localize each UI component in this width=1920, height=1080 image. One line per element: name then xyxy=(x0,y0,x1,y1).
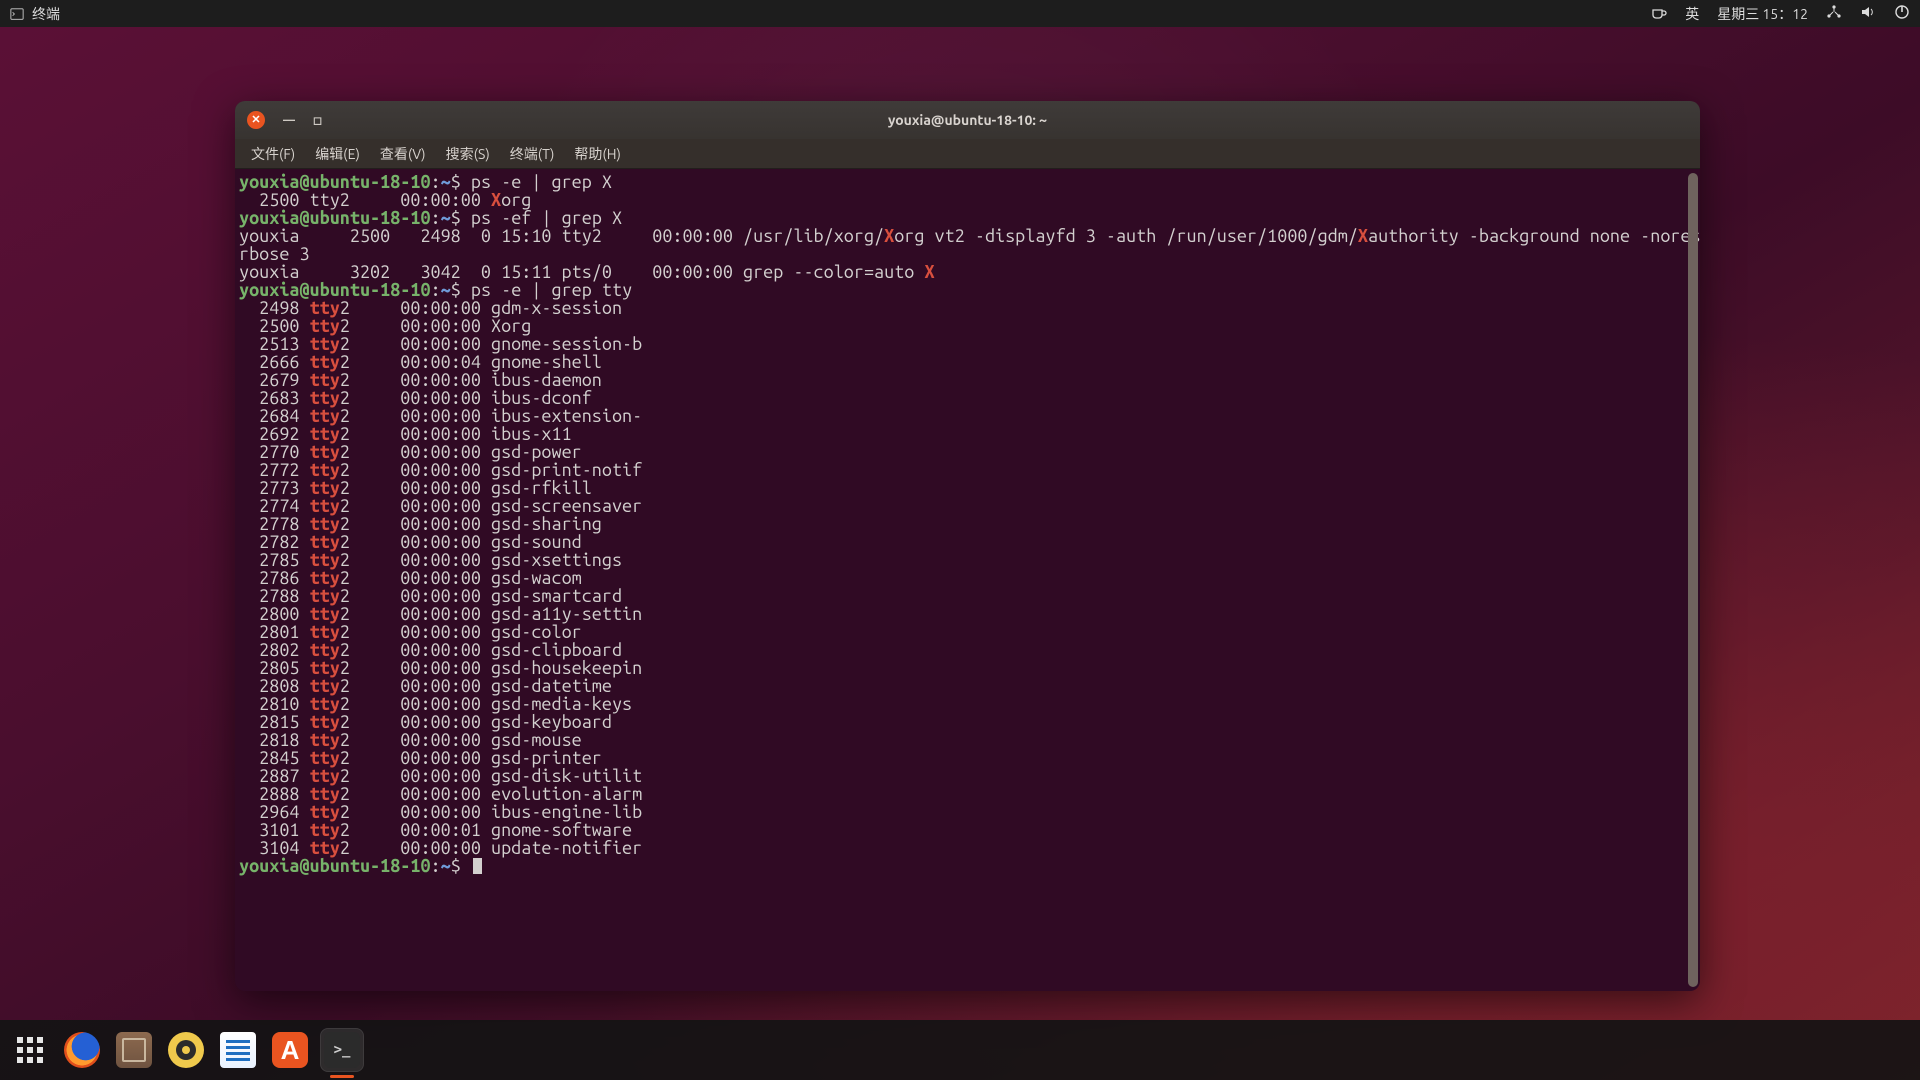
dock-terminal[interactable] xyxy=(320,1028,364,1072)
terminal-window: ✕ — ◻ youxia@ubuntu-18-10: ~ 文件(F) 编辑(E)… xyxy=(235,101,1700,991)
ime-indicator[interactable]: 英 xyxy=(1685,4,1699,24)
firefox-icon xyxy=(64,1032,100,1068)
menu-file[interactable]: 文件(F) xyxy=(241,140,305,168)
menu-view[interactable]: 查看(V) xyxy=(370,140,436,168)
top-panel: 终端 英 星期三 15：12 xyxy=(0,0,1920,27)
terminal-scrollbar[interactable] xyxy=(1688,173,1698,987)
tea-timer-icon[interactable] xyxy=(1651,4,1667,23)
dock: A xyxy=(0,1020,1920,1080)
writer-icon xyxy=(220,1032,256,1068)
terminal-indicator-icon xyxy=(10,7,24,21)
volume-icon[interactable] xyxy=(1860,4,1876,23)
dock-software[interactable]: A xyxy=(268,1028,312,1072)
dock-firefox[interactable] xyxy=(60,1028,104,1072)
dock-show-applications[interactable] xyxy=(8,1028,52,1072)
terminal-icon xyxy=(324,1032,360,1068)
terminal-menubar: 文件(F) 编辑(E) 查看(V) 搜索(S) 终端(T) 帮助(H) xyxy=(235,139,1700,169)
dock-rhythmbox[interactable] xyxy=(164,1028,208,1072)
window-titlebar[interactable]: ✕ — ◻ youxia@ubuntu-18-10: ~ xyxy=(235,101,1700,139)
clock[interactable]: 星期三 15：12 xyxy=(1717,4,1808,24)
menu-edit[interactable]: 编辑(E) xyxy=(305,140,370,168)
software-center-icon: A xyxy=(272,1032,308,1068)
window-title: youxia@ubuntu-18-10: ~ xyxy=(235,112,1700,128)
terminal-output[interactable]: youxia@ubuntu-18-10:~$ ps -e | grep X 25… xyxy=(235,169,1700,991)
window-minimize-button[interactable]: — xyxy=(283,114,295,127)
menu-help[interactable]: 帮助(H) xyxy=(564,140,631,168)
menu-search[interactable]: 搜索(S) xyxy=(436,140,500,168)
window-close-button[interactable]: ✕ xyxy=(247,111,265,129)
active-app-label[interactable]: 终端 xyxy=(32,4,60,24)
files-icon xyxy=(116,1032,152,1068)
apps-grid-icon xyxy=(17,1037,43,1063)
window-maximize-button[interactable]: ◻ xyxy=(313,114,322,127)
dock-writer[interactable] xyxy=(216,1028,260,1072)
menu-terminal[interactable]: 终端(T) xyxy=(500,140,565,168)
network-icon[interactable] xyxy=(1826,4,1842,23)
dock-files[interactable] xyxy=(112,1028,156,1072)
rhythmbox-icon xyxy=(168,1032,204,1068)
power-icon[interactable] xyxy=(1894,4,1910,23)
